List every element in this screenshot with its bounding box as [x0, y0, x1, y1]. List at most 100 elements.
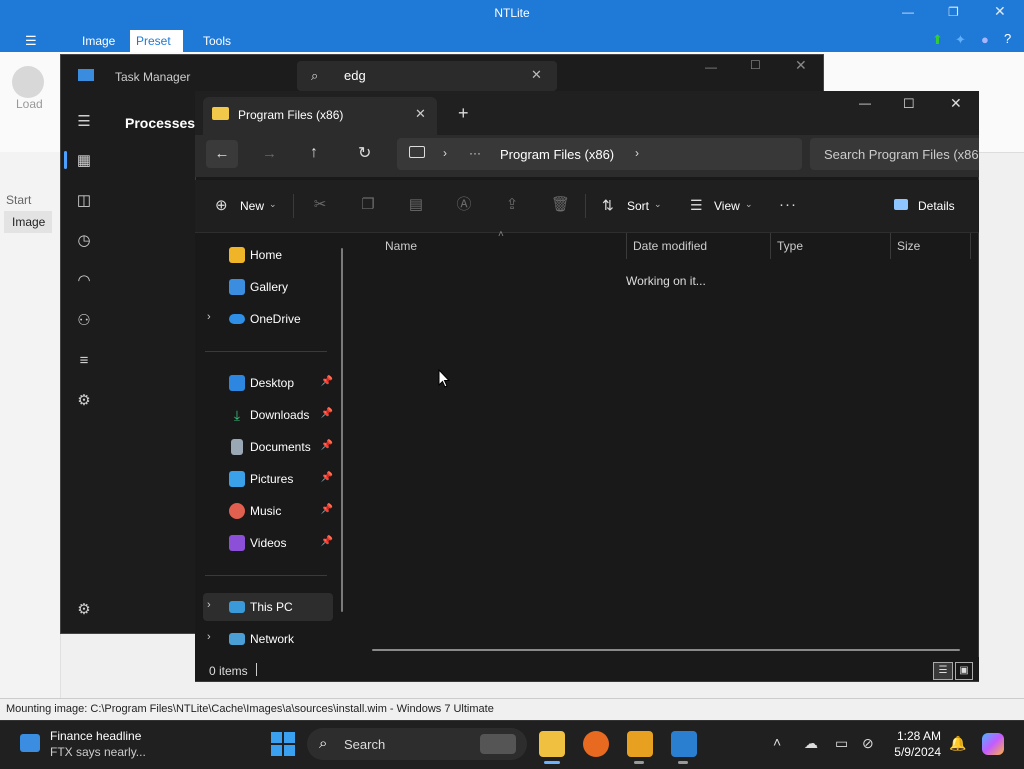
large-icons-view-icon[interactable]: ▣ [955, 662, 973, 680]
ntlite-taskbar-icon[interactable] [627, 731, 653, 757]
explorer-maximize-icon[interactable]: ☐ [903, 96, 915, 112]
column-separator[interactable] [970, 233, 971, 259]
horizontal-scrollbar[interactable] [372, 649, 960, 651]
sort-button[interactable]: Sort [627, 199, 649, 213]
details-pane-icon[interactable] [894, 199, 908, 210]
task-manager-maximize-icon[interactable]: ☐ [750, 58, 761, 72]
pin-icon[interactable]: 📌 [321, 536, 333, 547]
file-list[interactable] [355, 233, 978, 657]
details-icon[interactable]: ≡ [74, 351, 94, 371]
notification-bell-icon[interactable]: 🔔 [949, 735, 966, 752]
back-icon[interactable]: ← [206, 140, 238, 168]
new-button[interactable]: New [240, 199, 264, 213]
chevron-down-icon[interactable]: ⌄ [269, 199, 277, 210]
paste-icon[interactable]: ▤ [407, 196, 425, 214]
pin-icon[interactable]: 📌 [321, 504, 333, 515]
network-tray-icon[interactable]: ▭ [835, 735, 848, 752]
chevron-right-icon[interactable]: › [207, 599, 211, 611]
sort-icon[interactable]: ⇅ [602, 197, 614, 214]
chevron-right-icon[interactable]: › [207, 311, 211, 323]
explorer-tab-title[interactable]: Program Files (x86) [238, 108, 343, 122]
refresh-icon[interactable]: ↻ [358, 143, 371, 163]
minimize-icon[interactable]: — [902, 5, 914, 19]
copy-icon[interactable]: ❐ [359, 196, 377, 214]
up-icon[interactable]: ↑ [310, 144, 318, 162]
cut-icon[interactable]: ✂ [311, 196, 329, 214]
nav-item-onedrive[interactable]: › OneDrive [203, 305, 333, 333]
hamburger-icon[interactable]: ☰ [25, 33, 37, 49]
copilot-icon[interactable] [982, 733, 1004, 755]
column-header-type[interactable]: Type [777, 233, 803, 259]
close-icon[interactable]: ✕ [994, 3, 1006, 20]
clear-search-icon[interactable]: ✕ [531, 67, 542, 83]
column-header-date-modified[interactable]: Date modified [633, 233, 707, 259]
firefox-icon[interactable] [583, 731, 609, 757]
close-tab-icon[interactable]: ✕ [415, 106, 426, 122]
explorer-search-input[interactable]: Search Program Files (x86) [810, 138, 979, 170]
nav-item-this-pc[interactable]: › This PC [203, 593, 333, 621]
see-more-button[interactable]: ··· [779, 196, 797, 213]
file-explorer-taskbar-icon[interactable] [539, 731, 565, 757]
processes-icon[interactable]: ▦ [74, 151, 94, 171]
column-separator[interactable] [890, 233, 891, 259]
chevron-right-icon[interactable]: › [207, 631, 211, 643]
app-history-icon[interactable]: ◷ [74, 231, 94, 251]
clock-time[interactable]: 1:28 AM [895, 729, 941, 743]
users-icon[interactable]: ⚇ [74, 311, 94, 331]
taskbar-search-label[interactable]: Search [344, 737, 385, 752]
nav-item-documents[interactable]: Documents 📌 [203, 433, 333, 461]
new-icon[interactable]: ⊕ [215, 196, 228, 214]
onedrive-tray-icon[interactable]: ☁ [804, 735, 818, 752]
task-manager-minimize-icon[interactable]: — [705, 60, 717, 74]
chevron-right-icon[interactable]: › [635, 146, 639, 160]
ntlite-tab-tools[interactable]: Tools [195, 30, 239, 52]
nav-item-desktop[interactable]: Desktop 📌 [203, 369, 333, 397]
task-manager-search-value[interactable]: edg [344, 68, 366, 83]
performance-icon[interactable]: ◫ [74, 191, 94, 211]
widget-title[interactable]: Finance headline [50, 729, 141, 743]
column-header-name[interactable]: Name [385, 233, 417, 259]
navigation-pane-scrollbar[interactable] [341, 248, 343, 612]
address-more[interactable]: ··· [469, 146, 481, 160]
load-label[interactable]: Load [16, 97, 43, 111]
delete-icon[interactable]: 🗑 [551, 196, 570, 214]
pin-icon[interactable]: 📌 [321, 376, 333, 387]
twitter-icon[interactable]: ✦ [955, 32, 966, 48]
update-icon[interactable]: ⬆ [932, 32, 943, 47]
nav-item-home[interactable]: Home [203, 241, 333, 269]
chevron-down-icon[interactable]: ⌄ [745, 199, 753, 210]
address-segment[interactable]: Program Files (x86) [500, 147, 614, 162]
settings-icon[interactable]: ⚙ [74, 600, 94, 620]
sidebar-item-image[interactable]: Image [4, 211, 52, 233]
nav-item-network[interactable]: › Network [203, 625, 333, 653]
forward-icon[interactable]: → [262, 145, 277, 162]
rename-icon[interactable]: Ⓐ [455, 196, 473, 214]
explorer-minimize-icon[interactable]: — [859, 96, 871, 110]
load-icon[interactable] [12, 66, 44, 98]
startup-icon[interactable]: ◠ [74, 271, 94, 291]
chevron-down-icon[interactable]: ⌄ [654, 199, 662, 210]
widget-subtitle[interactable]: FTX says nearly... [50, 745, 146, 759]
view-button[interactable]: View [714, 199, 740, 213]
new-tab-icon[interactable]: + [458, 103, 469, 124]
nav-item-gallery[interactable]: Gallery [203, 273, 333, 301]
nav-item-downloads[interactable]: ⤓ Downloads 📌 [203, 401, 333, 429]
task-manager-search-input[interactable] [297, 61, 557, 91]
column-separator[interactable] [770, 233, 771, 259]
column-separator[interactable] [626, 233, 627, 259]
view-icon[interactable]: ☰ [690, 197, 703, 214]
clock-date[interactable]: 5/9/2024 [885, 745, 941, 759]
volume-muted-icon[interactable]: ⊘ [862, 735, 874, 752]
show-hidden-icons-icon[interactable]: ˄ [773, 734, 781, 750]
details-view-icon[interactable]: ☰ [933, 662, 953, 680]
ntlite-tab-preset[interactable]: Preset [130, 30, 183, 52]
nav-item-videos[interactable]: Videos 📌 [203, 529, 333, 557]
task-manager-close-icon[interactable]: ✕ [795, 57, 807, 74]
share-icon[interactable]: ⇪ [503, 196, 521, 214]
hamburger-icon[interactable]: ☰ [74, 112, 94, 132]
restore-icon[interactable]: ❐ [948, 5, 959, 19]
widgets-icon[interactable] [20, 734, 40, 752]
discord-icon[interactable]: ● [981, 32, 989, 47]
services-icon[interactable]: ⚙ [74, 391, 94, 411]
pin-icon[interactable]: 📌 [321, 472, 333, 483]
